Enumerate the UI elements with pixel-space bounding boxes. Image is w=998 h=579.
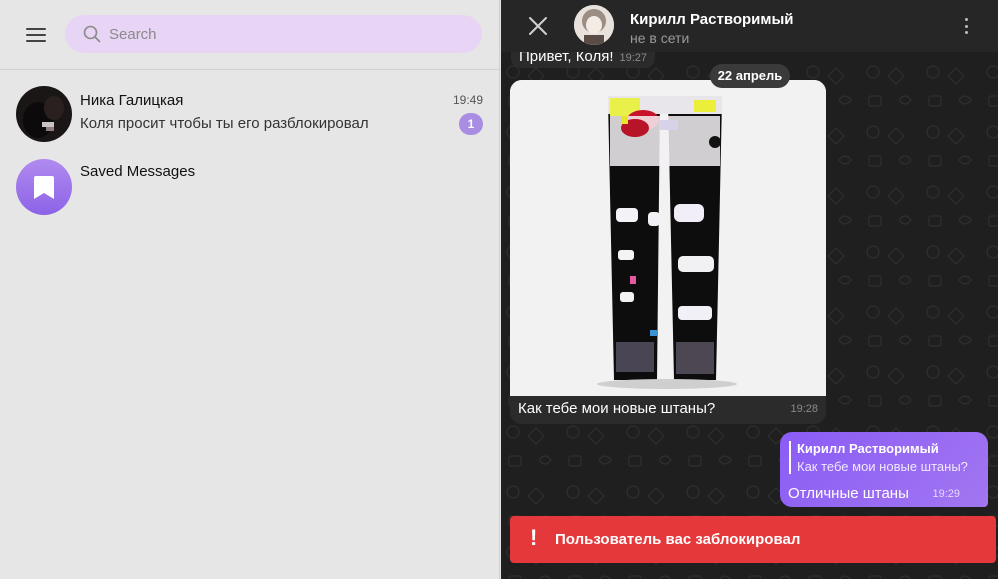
avatar [16,86,72,142]
reply-quote[interactable]: Кирилл Растворимый Как тебе мои новые шт… [789,441,968,474]
chat-item-nika[interactable]: Ника Галицкая Коля просит чтобы ты его р… [0,70,500,142]
search-box[interactable] [65,15,482,53]
search-input[interactable] [109,15,469,53]
chat-time: 19:49 [452,93,483,107]
avatar[interactable] [574,5,614,45]
saved-messages-avatar [16,159,72,215]
pants-photo[interactable] [510,80,826,396]
photo-message[interactable]: Как тебе мои новые штаны? 19:28 [510,80,826,424]
message-time: 19:28 [790,403,818,415]
chat-name: Saved Messages [80,163,196,180]
date-separator: 22 апрель [710,64,790,88]
conversation-header: Кирилл Растворимый не в сети [501,0,998,52]
reply-text: Как тебе мои новые штаны? [797,459,968,474]
search-icon [83,25,101,43]
chat-item-saved-messages[interactable]: Saved Messages [0,143,500,215]
chat-preview: Коля просит чтобы ты его разблокировал [80,115,369,132]
kebab-icon[interactable] [961,16,971,36]
menu-icon[interactable] [20,22,52,48]
unread-badge: 1 [459,113,483,135]
reply-author: Кирилл Растворимый [797,441,939,456]
chat-list-topbar [0,0,500,70]
chat-name: Ника Галицкая [80,92,184,109]
message-time: 19:27 [619,52,648,64]
close-icon[interactable] [527,15,549,37]
conversation-panel: Кирилл Растворимый не в сети Привет, Кол… [501,0,998,579]
chat-list-panel: Ника Галицкая Коля просит чтобы ты его р… [0,0,500,579]
exclamation-icon: ! [530,525,538,550]
blocked-banner: ! Пользователь вас заблокировал [510,516,996,563]
photo-caption: Как тебе мои новые штаны? [518,400,716,417]
bookmark-icon [34,176,54,199]
message-text: Отличные штаны [788,485,909,502]
contact-name[interactable]: Кирилл Растворимый [630,11,794,28]
outgoing-message[interactable]: Кирилл Растворимый Как тебе мои новые шт… [780,432,988,507]
message-time: 19:29 [932,488,960,500]
contact-status: не в сети [630,30,690,46]
blocked-text: Пользователь вас заблокировал [555,531,801,548]
